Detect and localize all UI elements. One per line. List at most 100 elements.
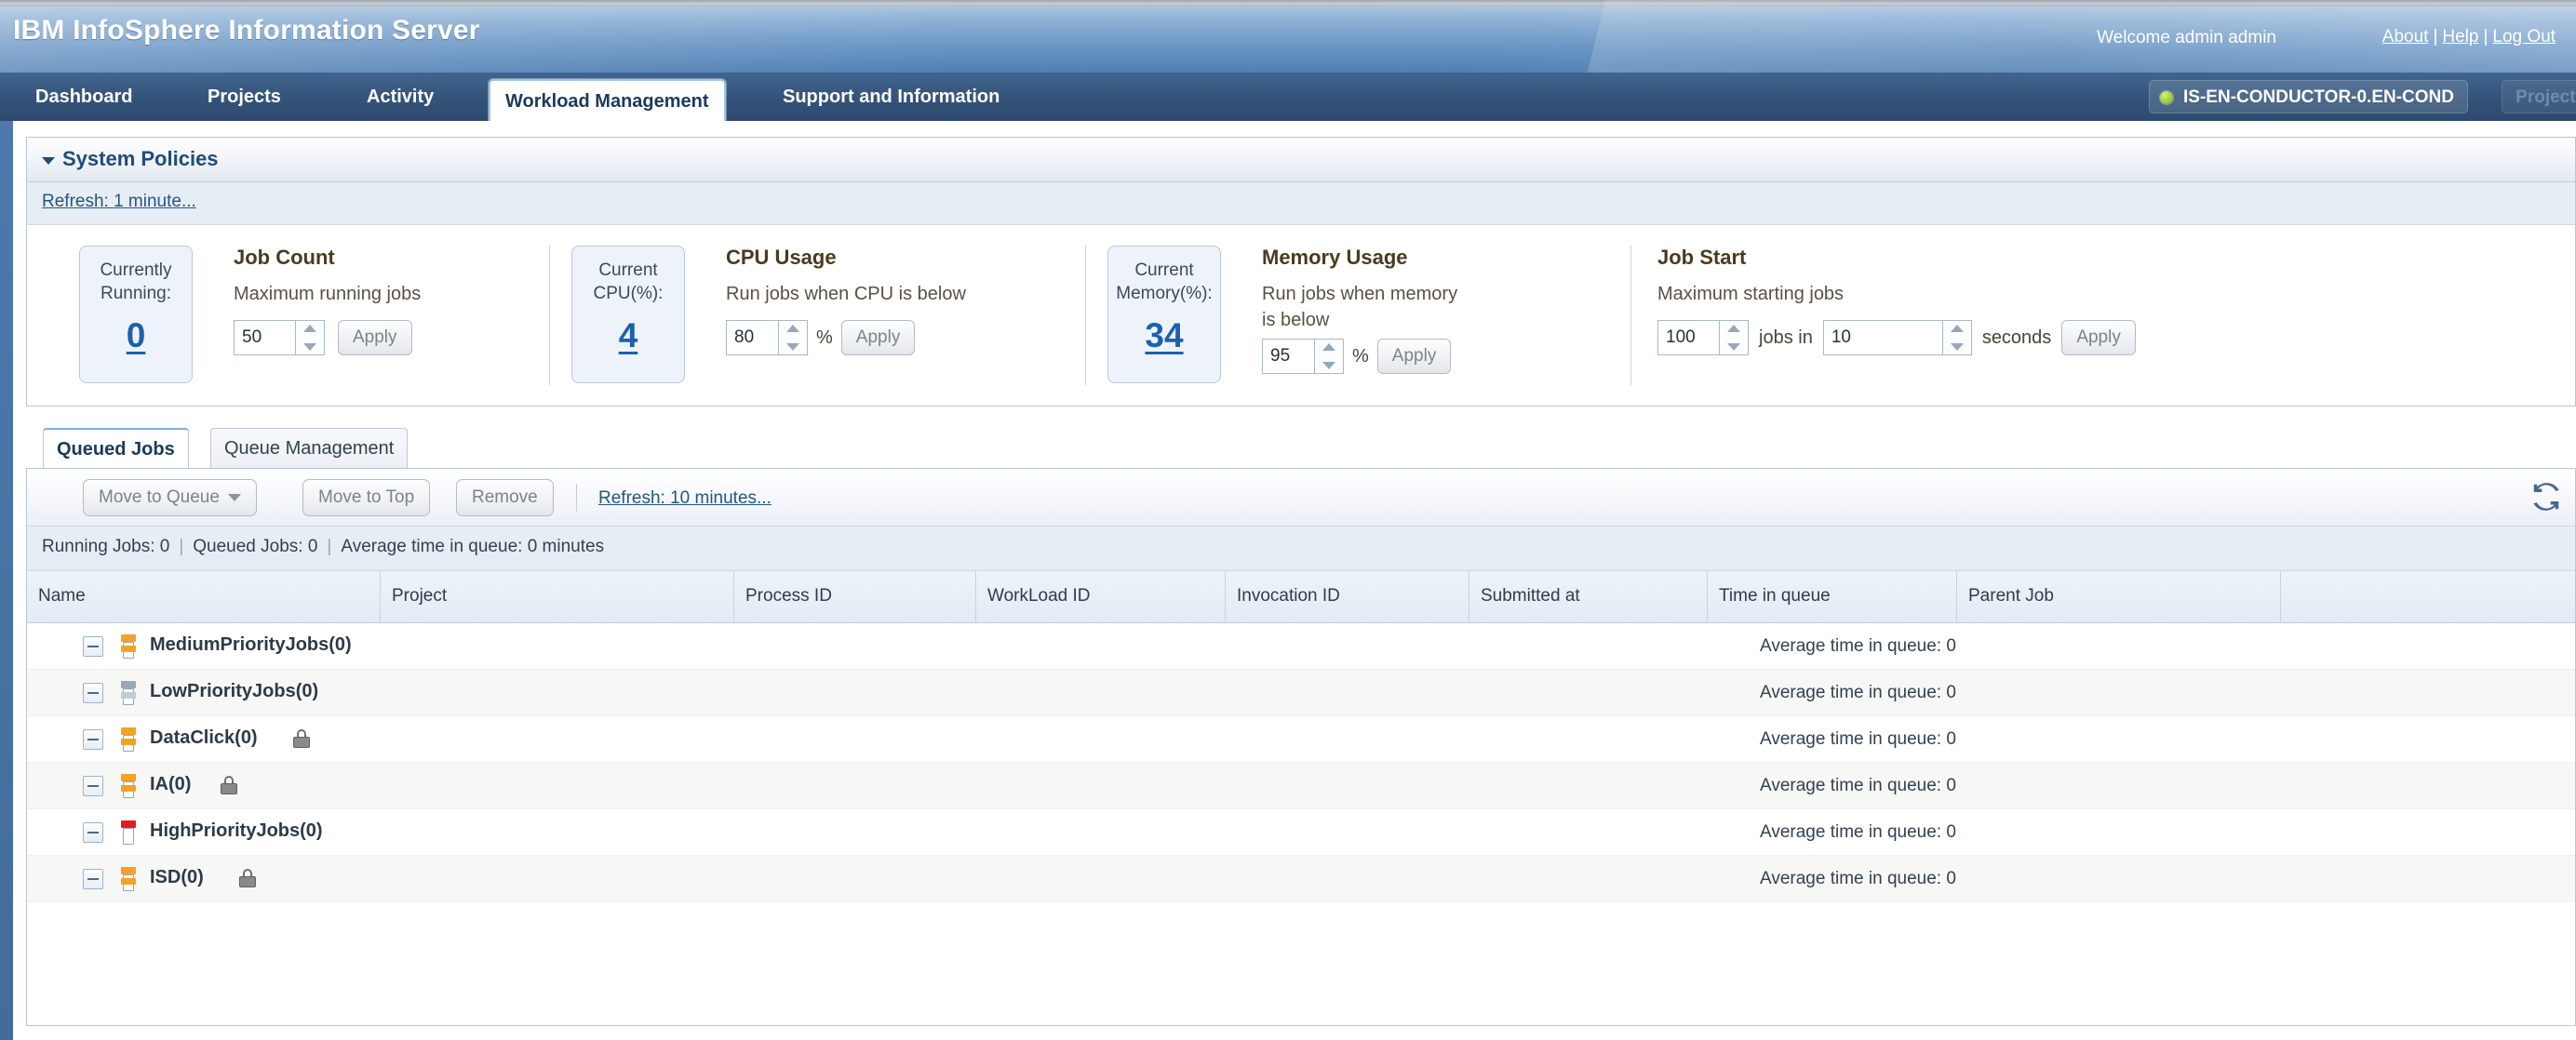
policy-job-start-title: Job Start (1657, 246, 1747, 269)
policy-divider-1 (549, 246, 550, 385)
stepper-up-icon[interactable] (296, 321, 324, 338)
column-header-name[interactable]: Name (27, 571, 381, 623)
queued-jobs-status-bar: Running Jobs: 0 | Queued Jobs: 0 | Average t… (27, 527, 2575, 571)
move-to-top-button[interactable]: Move to Top (302, 479, 431, 516)
stepper-down-icon[interactable] (296, 338, 324, 354)
policy-memory-usage-controls: % Apply (1262, 339, 1541, 374)
queue-name[interactable]: LowPriorityJobs(0) (150, 681, 318, 702)
queued-jobs-toolbar: Move to Queue Move to Top Remove Refresh… (27, 469, 2575, 527)
stepper-down-icon[interactable] (779, 338, 807, 354)
collapse-icon[interactable] (83, 636, 103, 657)
queue-name[interactable]: IA(0) (150, 774, 191, 795)
metric-current-cpu-value[interactable]: 4 (572, 316, 684, 355)
about-link[interactable]: About (2382, 27, 2429, 47)
table-row[interactable]: IA(0) Average time in queue: 0 (27, 763, 2575, 809)
collapse-icon[interactable] (83, 776, 103, 796)
job-start-count-stepper[interactable] (1657, 320, 1749, 355)
queue-name[interactable]: HighPriorityJobs(0) (150, 820, 323, 842)
collapse-icon[interactable] (83, 869, 103, 889)
collapse-icon[interactable] (83, 729, 103, 750)
stepper-up-icon[interactable] (779, 321, 807, 338)
nav-item-workload-management[interactable]: Workload Management (489, 79, 726, 122)
collapse-icon[interactable] (83, 822, 103, 843)
metric-currently-running-label-2: Running: (100, 284, 172, 303)
column-header-project[interactable]: Project (381, 571, 734, 623)
stepper-up-icon[interactable] (1315, 340, 1343, 356)
policy-divider-2 (1085, 246, 1086, 385)
project-filter-button[interactable]: Project Fil (2502, 80, 2576, 113)
policy-memory-usage-description: Run jobs when memory is below (1262, 284, 1458, 330)
move-to-queue-button[interactable]: Move to Queue (83, 479, 257, 516)
table-row[interactable]: ISD(0) Average time in queue: 0 (27, 856, 2575, 902)
policy-cpu-usage-controls: % Apply (726, 320, 1042, 355)
memory-apply-button[interactable]: Apply (1376, 339, 1452, 374)
nav-item-projects[interactable]: Projects (193, 73, 296, 121)
system-policies-refresh-link[interactable]: Refresh: 1 minute... (42, 192, 196, 212)
cpu-apply-button[interactable]: Apply (840, 320, 916, 355)
stepper-up-icon[interactable] (1943, 321, 1971, 338)
memory-threshold-stepper[interactable] (1262, 339, 1344, 374)
lock-icon (239, 869, 256, 887)
job-count-input[interactable] (234, 320, 295, 355)
column-header-invocation-id[interactable]: Invocation ID (1226, 571, 1469, 623)
metric-currently-running-label-1: Currently (100, 260, 172, 280)
policy-job-start-description: Maximum starting jobs (1657, 284, 1845, 304)
job-start-seconds-input[interactable] (1822, 320, 1942, 355)
stepper-down-icon[interactable] (1720, 338, 1748, 354)
column-header-process-id[interactable]: Process ID (734, 571, 976, 623)
job-count-apply-button[interactable]: Apply (338, 320, 412, 355)
job-start-count-arrows[interactable] (1719, 320, 1749, 355)
logout-link[interactable]: Log Out (2492, 27, 2556, 47)
memory-stepper-arrows[interactable] (1314, 339, 1344, 374)
refresh-icon[interactable] (2532, 483, 2560, 515)
metric-current-memory-value[interactable]: 34 (1108, 316, 1220, 355)
column-header-workload-id[interactable]: WorkLoad ID (976, 571, 1226, 623)
job-start-count-input[interactable] (1657, 320, 1719, 355)
system-policies-header[interactable]: System Policies (27, 138, 2575, 182)
queued-jobs-panel: Move to Queue Move to Top Remove Refresh… (26, 468, 2576, 1026)
metric-currently-running-value[interactable]: 0 (80, 316, 192, 355)
table-row[interactable]: HighPriorityJobs(0) Average time in queu… (27, 809, 2575, 856)
job-count-stepper[interactable] (234, 320, 325, 355)
table-row[interactable]: DataClick(0) Average time in queue: 0 (27, 716, 2575, 763)
nav-item-support-and-information[interactable]: Support and Information (768, 73, 1014, 121)
column-header-time-in-queue[interactable]: Time in queue (1708, 571, 1957, 623)
cpu-threshold-stepper[interactable] (726, 320, 808, 355)
memory-unit-label: % (1352, 345, 1369, 367)
cpu-stepper-arrows[interactable] (778, 320, 808, 355)
memory-threshold-input[interactable] (1262, 339, 1314, 374)
stepper-down-icon[interactable] (1943, 338, 1971, 354)
jobs-status-text: Running Jobs: 0 | Queued Jobs: 0 | Average t… (42, 537, 604, 557)
stepper-up-icon[interactable] (1720, 321, 1748, 338)
nav-item-activity[interactable]: Activity (352, 73, 449, 121)
policy-job-start-controls: jobs in seconds Apply (1657, 320, 2495, 355)
chevron-down-icon[interactable] (42, 157, 55, 165)
job-start-seconds-stepper[interactable] (1822, 320, 1972, 355)
tab-queued-jobs[interactable]: Queued Jobs (43, 428, 189, 469)
column-header-parent-job[interactable]: Parent Job (1957, 571, 2281, 623)
row-average-time: Average time in queue: 0 (1760, 636, 1956, 656)
conductor-node-chip[interactable]: IS-EN-CONDUCTOR-0.EN-COND (2149, 80, 2468, 113)
running-jobs-count: Running Jobs: 0 (42, 537, 170, 556)
queued-jobs-refresh-link[interactable]: Refresh: 10 minutes... (598, 488, 771, 509)
job-start-seconds-arrows[interactable] (1941, 320, 1972, 355)
stepper-down-icon[interactable] (1315, 356, 1343, 373)
policy-group-job-count: Job Count Maximum running jobs Apply (234, 246, 513, 355)
cpu-threshold-input[interactable] (726, 320, 778, 355)
chevron-down-icon[interactable] (227, 493, 241, 501)
collapse-icon[interactable] (83, 683, 103, 703)
queue-name[interactable]: ISD(0) (150, 867, 204, 888)
queue-name[interactable]: MediumPriorityJobs(0) (150, 634, 352, 656)
table-row[interactable]: LowPriorityJobs(0) Average time in queue… (27, 670, 2575, 716)
nav-item-dashboard[interactable]: Dashboard (20, 73, 147, 121)
priority-medium-icon (118, 774, 139, 798)
tab-queue-management[interactable]: Queue Management (210, 428, 409, 469)
queue-name[interactable]: DataClick(0) (150, 727, 258, 749)
lock-icon (221, 776, 237, 794)
help-link[interactable]: Help (2442, 27, 2478, 47)
column-header-submitted-at[interactable]: Submitted at (1469, 571, 1708, 623)
job-start-apply-button[interactable]: Apply (2061, 320, 2136, 355)
table-row[interactable]: MediumPriorityJobs(0) Average time in qu… (27, 623, 2575, 670)
remove-button[interactable]: Remove (456, 479, 554, 516)
job-count-stepper-arrows[interactable] (295, 320, 325, 355)
